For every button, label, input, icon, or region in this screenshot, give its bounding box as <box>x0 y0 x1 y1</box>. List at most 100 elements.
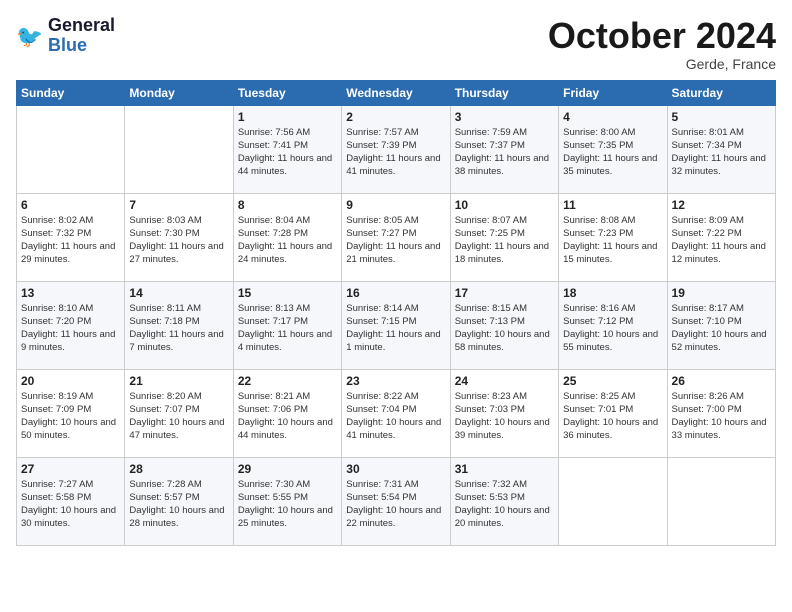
day-info: Sunrise: 8:25 AMSunset: 7:01 PMDaylight:… <box>563 390 662 443</box>
day-number: 2 <box>346 110 445 124</box>
calendar-cell: 9 Sunrise: 8:05 AMSunset: 7:27 PMDayligh… <box>342 193 450 281</box>
calendar-cell: 1 Sunrise: 7:56 AMSunset: 7:41 PMDayligh… <box>233 105 341 193</box>
day-number: 30 <box>346 462 445 476</box>
calendar-week-row: 13 Sunrise: 8:10 AMSunset: 7:20 PMDaylig… <box>17 281 776 369</box>
day-info: Sunrise: 7:27 AMSunset: 5:58 PMDaylight:… <box>21 478 120 531</box>
calendar-cell: 31 Sunrise: 7:32 AMSunset: 5:53 PMDaylig… <box>450 457 558 545</box>
day-number: 4 <box>563 110 662 124</box>
day-info: Sunrise: 8:07 AMSunset: 7:25 PMDaylight:… <box>455 214 554 267</box>
day-number: 26 <box>672 374 771 388</box>
day-info: Sunrise: 8:21 AMSunset: 7:06 PMDaylight:… <box>238 390 337 443</box>
day-info: Sunrise: 7:59 AMSunset: 7:37 PMDaylight:… <box>455 126 554 179</box>
day-number: 19 <box>672 286 771 300</box>
location: Gerde, France <box>548 56 776 72</box>
calendar-cell: 30 Sunrise: 7:31 AMSunset: 5:54 PMDaylig… <box>342 457 450 545</box>
calendar-table: Sunday Monday Tuesday Wednesday Thursday… <box>16 80 776 546</box>
calendar-cell: 23 Sunrise: 8:22 AMSunset: 7:04 PMDaylig… <box>342 369 450 457</box>
day-number: 24 <box>455 374 554 388</box>
logo: 🐦 General Blue <box>16 16 115 56</box>
calendar-cell: 15 Sunrise: 8:13 AMSunset: 7:17 PMDaylig… <box>233 281 341 369</box>
calendar-cell: 16 Sunrise: 8:14 AMSunset: 7:15 PMDaylig… <box>342 281 450 369</box>
calendar-cell: 25 Sunrise: 8:25 AMSunset: 7:01 PMDaylig… <box>559 369 667 457</box>
col-friday: Friday <box>559 80 667 105</box>
logo-icon: 🐦 <box>16 22 44 50</box>
day-info: Sunrise: 7:57 AMSunset: 7:39 PMDaylight:… <box>346 126 445 179</box>
day-info: Sunrise: 8:00 AMSunset: 7:35 PMDaylight:… <box>563 126 662 179</box>
calendar-week-row: 27 Sunrise: 7:27 AMSunset: 5:58 PMDaylig… <box>17 457 776 545</box>
day-number: 23 <box>346 374 445 388</box>
page-header: 🐦 General Blue October 2024 Gerde, Franc… <box>16 16 776 72</box>
day-info: Sunrise: 8:22 AMSunset: 7:04 PMDaylight:… <box>346 390 445 443</box>
day-number: 18 <box>563 286 662 300</box>
month-title: October 2024 <box>548 16 776 56</box>
day-number: 6 <box>21 198 120 212</box>
col-saturday: Saturday <box>667 80 775 105</box>
calendar-cell: 6 Sunrise: 8:02 AMSunset: 7:32 PMDayligh… <box>17 193 125 281</box>
day-info: Sunrise: 8:05 AMSunset: 7:27 PMDaylight:… <box>346 214 445 267</box>
day-number: 21 <box>129 374 228 388</box>
day-number: 7 <box>129 198 228 212</box>
day-number: 27 <box>21 462 120 476</box>
day-number: 14 <box>129 286 228 300</box>
day-number: 31 <box>455 462 554 476</box>
calendar-cell: 22 Sunrise: 8:21 AMSunset: 7:06 PMDaylig… <box>233 369 341 457</box>
day-number: 11 <box>563 198 662 212</box>
col-monday: Monday <box>125 80 233 105</box>
calendar-cell: 14 Sunrise: 8:11 AMSunset: 7:18 PMDaylig… <box>125 281 233 369</box>
day-info: Sunrise: 8:23 AMSunset: 7:03 PMDaylight:… <box>455 390 554 443</box>
calendar-cell: 10 Sunrise: 8:07 AMSunset: 7:25 PMDaylig… <box>450 193 558 281</box>
day-info: Sunrise: 8:03 AMSunset: 7:30 PMDaylight:… <box>129 214 228 267</box>
day-number: 12 <box>672 198 771 212</box>
day-number: 16 <box>346 286 445 300</box>
calendar-cell <box>559 457 667 545</box>
day-info: Sunrise: 8:09 AMSunset: 7:22 PMDaylight:… <box>672 214 771 267</box>
day-number: 28 <box>129 462 228 476</box>
calendar-header-row: Sunday Monday Tuesday Wednesday Thursday… <box>17 80 776 105</box>
calendar-cell: 8 Sunrise: 8:04 AMSunset: 7:28 PMDayligh… <box>233 193 341 281</box>
calendar-cell: 4 Sunrise: 8:00 AMSunset: 7:35 PMDayligh… <box>559 105 667 193</box>
day-info: Sunrise: 8:10 AMSunset: 7:20 PMDaylight:… <box>21 302 120 355</box>
day-number: 5 <box>672 110 771 124</box>
day-info: Sunrise: 7:32 AMSunset: 5:53 PMDaylight:… <box>455 478 554 531</box>
day-info: Sunrise: 8:01 AMSunset: 7:34 PMDaylight:… <box>672 126 771 179</box>
calendar-cell: 5 Sunrise: 8:01 AMSunset: 7:34 PMDayligh… <box>667 105 775 193</box>
calendar-cell: 2 Sunrise: 7:57 AMSunset: 7:39 PMDayligh… <box>342 105 450 193</box>
logo-text: General Blue <box>48 16 115 56</box>
day-number: 13 <box>21 286 120 300</box>
calendar-cell: 19 Sunrise: 8:17 AMSunset: 7:10 PMDaylig… <box>667 281 775 369</box>
day-info: Sunrise: 8:19 AMSunset: 7:09 PMDaylight:… <box>21 390 120 443</box>
calendar-cell: 27 Sunrise: 7:27 AMSunset: 5:58 PMDaylig… <box>17 457 125 545</box>
col-wednesday: Wednesday <box>342 80 450 105</box>
calendar-cell: 12 Sunrise: 8:09 AMSunset: 7:22 PMDaylig… <box>667 193 775 281</box>
day-number: 10 <box>455 198 554 212</box>
day-info: Sunrise: 8:14 AMSunset: 7:15 PMDaylight:… <box>346 302 445 355</box>
col-thursday: Thursday <box>450 80 558 105</box>
calendar-cell: 21 Sunrise: 8:20 AMSunset: 7:07 PMDaylig… <box>125 369 233 457</box>
calendar-cell <box>125 105 233 193</box>
calendar-cell: 20 Sunrise: 8:19 AMSunset: 7:09 PMDaylig… <box>17 369 125 457</box>
day-info: Sunrise: 7:31 AMSunset: 5:54 PMDaylight:… <box>346 478 445 531</box>
day-number: 15 <box>238 286 337 300</box>
day-number: 22 <box>238 374 337 388</box>
day-info: Sunrise: 8:16 AMSunset: 7:12 PMDaylight:… <box>563 302 662 355</box>
calendar-cell: 24 Sunrise: 8:23 AMSunset: 7:03 PMDaylig… <box>450 369 558 457</box>
day-info: Sunrise: 7:28 AMSunset: 5:57 PMDaylight:… <box>129 478 228 531</box>
day-info: Sunrise: 8:17 AMSunset: 7:10 PMDaylight:… <box>672 302 771 355</box>
calendar-cell: 7 Sunrise: 8:03 AMSunset: 7:30 PMDayligh… <box>125 193 233 281</box>
day-number: 17 <box>455 286 554 300</box>
day-info: Sunrise: 8:20 AMSunset: 7:07 PMDaylight:… <box>129 390 228 443</box>
calendar-cell <box>667 457 775 545</box>
calendar-week-row: 1 Sunrise: 7:56 AMSunset: 7:41 PMDayligh… <box>17 105 776 193</box>
col-tuesday: Tuesday <box>233 80 341 105</box>
calendar-cell: 11 Sunrise: 8:08 AMSunset: 7:23 PMDaylig… <box>559 193 667 281</box>
calendar-cell: 13 Sunrise: 8:10 AMSunset: 7:20 PMDaylig… <box>17 281 125 369</box>
day-number: 3 <box>455 110 554 124</box>
calendar-week-row: 20 Sunrise: 8:19 AMSunset: 7:09 PMDaylig… <box>17 369 776 457</box>
calendar-cell: 26 Sunrise: 8:26 AMSunset: 7:00 PMDaylig… <box>667 369 775 457</box>
day-number: 20 <box>21 374 120 388</box>
calendar-cell: 17 Sunrise: 8:15 AMSunset: 7:13 PMDaylig… <box>450 281 558 369</box>
day-number: 29 <box>238 462 337 476</box>
day-info: Sunrise: 8:02 AMSunset: 7:32 PMDaylight:… <box>21 214 120 267</box>
day-number: 25 <box>563 374 662 388</box>
day-number: 1 <box>238 110 337 124</box>
